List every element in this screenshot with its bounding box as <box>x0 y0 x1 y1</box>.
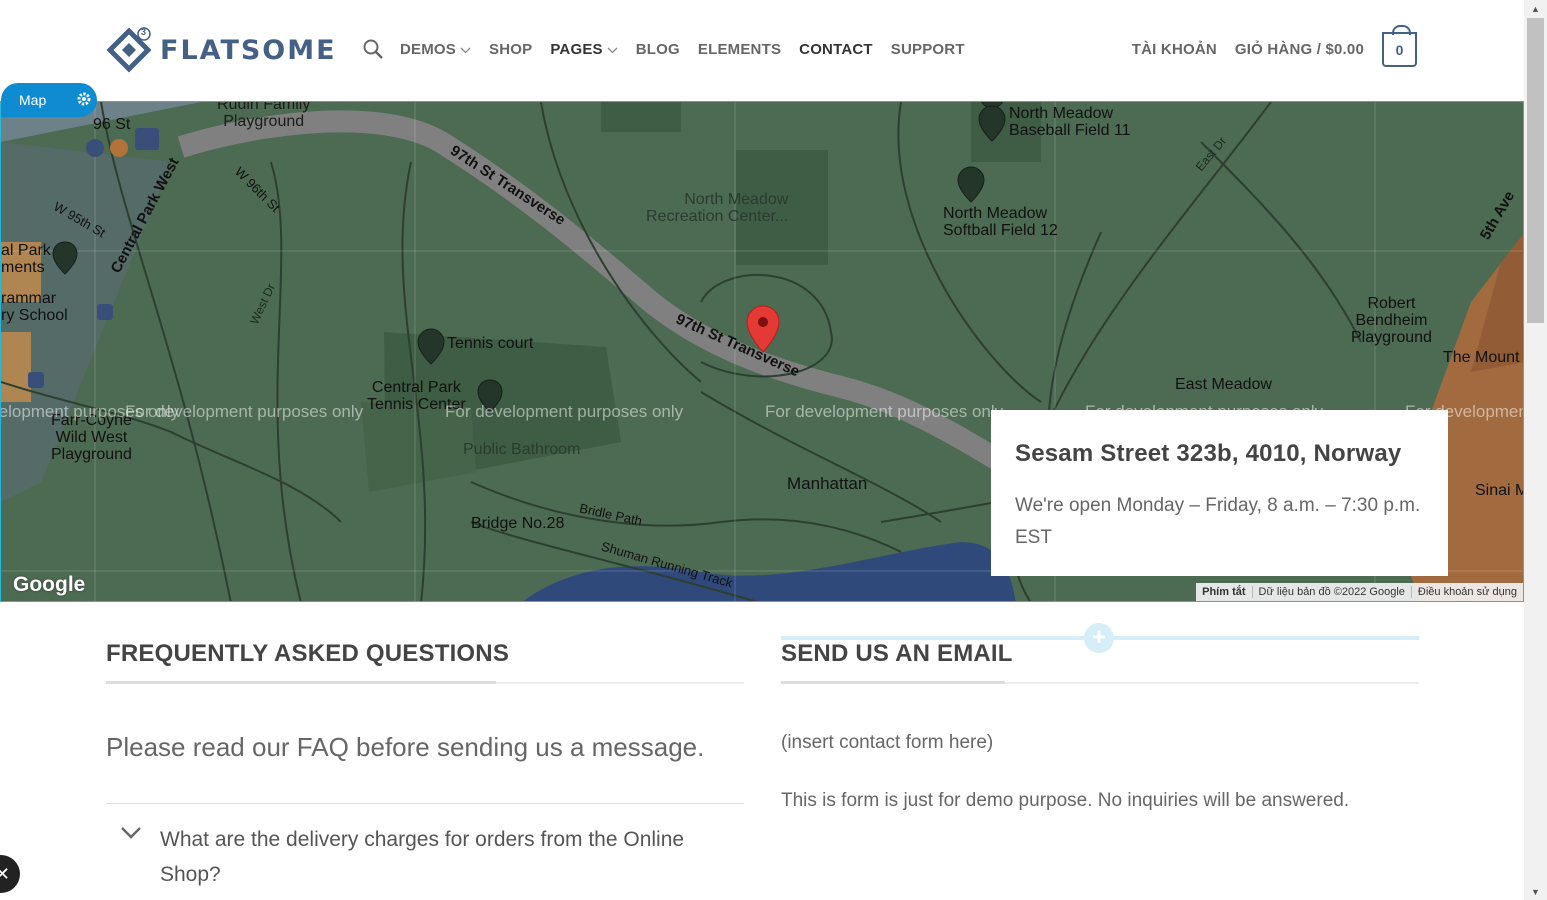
contact-title: SEND US AN EMAIL <box>781 640 1419 684</box>
faq-question: What are the delivery charges for orders… <box>160 828 685 886</box>
map-label-96st: 96 St <box>93 116 131 133</box>
map-badge-label: Map <box>19 92 47 108</box>
map-data-credit: Dữ liệu bản đồ ©2022 Google <box>1251 586 1411 598</box>
map-label-nm12: North Meadow Softball Field 12 <box>943 205 1058 239</box>
map-shortcuts-link[interactable]: Phím tắt <box>1196 586 1251 598</box>
dev-watermark: For development purposes only <box>125 402 364 421</box>
map-label-text: Rudin Family Playground <box>217 101 311 130</box>
contact-title-text: SEND US AN EMAIL <box>781 640 1013 667</box>
map-label-nm11: North Meadow Baseball Field 11 <box>1009 105 1131 139</box>
nav-label: SHOP <box>489 40 533 58</box>
nav-item-pages[interactable]: PAGES <box>550 40 618 58</box>
nav-item-elements[interactable]: ELEMENTS <box>698 41 781 58</box>
logo-badge: 3 <box>141 27 147 37</box>
chevron-down-icon[interactable] <box>120 826 142 892</box>
scroll-down-arrow-icon[interactable]: ▼ <box>1524 883 1547 900</box>
map-label-nm-rec: North Meadow Recreation Center... <box>646 191 789 225</box>
nav-label: CONTACT <box>799 40 873 58</box>
search-icon[interactable] <box>362 38 384 60</box>
gear-icon[interactable] <box>76 91 92 110</box>
map-label-east-meadow: East Meadow <box>1175 376 1272 393</box>
map-label-mount: The Mount <box>1443 349 1520 366</box>
faq-item[interactable]: What are the delivery charges for orders… <box>106 822 744 892</box>
google-logo[interactable]: Google <box>13 573 85 597</box>
cart-icon[interactable]: 0 <box>1382 25 1417 67</box>
map-label-bathroom: Public Bathroom <box>463 441 581 458</box>
nav-item-support[interactable]: SUPPORT <box>891 41 965 58</box>
dev-watermark: For development purposes only <box>765 402 1004 421</box>
close-icon[interactable]: ✕ <box>0 855 20 893</box>
cart-count: 0 <box>1395 41 1404 58</box>
nav-item-blog[interactable]: BLOG <box>636 41 680 58</box>
map-label-tennis: Tennis court <box>447 335 534 352</box>
faq-lead: Please read our FAQ before sending us a … <box>106 732 705 762</box>
account-link[interactable]: TÀI KHOẢN <box>1132 41 1217 58</box>
map-label-grammar: rammar ry School <box>1 290 68 324</box>
map-label-park-apts: al Park ments <box>1 242 51 276</box>
info-title: Sesam Street 323b, 4010, Norway <box>1015 440 1402 467</box>
site-header: 3 FLATSOME DEMOS SHOP PAGES BLOG ELEMENT… <box>0 0 1524 101</box>
nav-item-demos[interactable]: DEMOS <box>400 41 471 58</box>
map-label-manhattan: Manhattan <box>787 474 868 493</box>
nav-label: ELEMENTS <box>697 40 782 58</box>
contact-section: SEND US AN EMAIL (insert contact form he… <box>781 640 1419 812</box>
map-label-bridge: Bridge No.28 <box>471 515 565 532</box>
info-hours: We're open Monday – Friday, 8 a.m. – 7:3… <box>1015 495 1421 548</box>
faq-title-text: FREQUENTLY ASKED QUESTIONS <box>106 640 510 667</box>
map-edit-badge[interactable]: Map <box>1 83 97 117</box>
map-label-sinai: Sinai Medi <box>1475 482 1523 499</box>
chevron-down-icon <box>460 41 471 58</box>
main-nav: DEMOS SHOP PAGES BLOG ELEMENTS CONTACT S… <box>362 38 983 60</box>
map-attribution: Phím tắt Dữ liệu bản đồ ©2022 Google Điề… <box>1196 583 1523 601</box>
logo-mark-icon: 3 <box>106 27 152 73</box>
faq-divider <box>106 803 744 804</box>
contact-form-placeholder: (insert contact form here) <box>781 732 994 753</box>
site-logo[interactable]: 3 FLATSOME <box>106 27 337 73</box>
map-label-robert: Robert Bendheim Playground <box>1351 295 1432 346</box>
map-info-window: Sesam Street 323b, 4010, Norway We're op… <box>991 410 1448 576</box>
header-actions: TÀI KHOẢN GIỎ HÀNG / $0.00 0 <box>1132 25 1417 67</box>
faq-title: FREQUENTLY ASKED QUESTIONS <box>106 640 744 684</box>
nav-label: DEMOS <box>400 40 457 58</box>
cart-link[interactable]: GIỎ HÀNG / $0.00 <box>1235 41 1364 58</box>
faq-section: FREQUENTLY ASKED QUESTIONS Please read o… <box>106 640 744 892</box>
scroll-thumb[interactable] <box>1527 18 1544 323</box>
nav-label: BLOG <box>635 40 680 58</box>
demo-note: This is form is just for demo purpose. N… <box>781 790 1350 811</box>
nav-item-shop[interactable]: SHOP <box>489 41 532 58</box>
map-label-rudin: Rudin Family Playground <box>217 101 311 130</box>
title-underline <box>781 681 1005 684</box>
title-underline <box>106 681 496 684</box>
logo-text: FLATSOME <box>160 34 337 66</box>
nav-label: SUPPORT <box>890 40 965 58</box>
nav-label: PAGES <box>550 40 603 58</box>
chevron-down-icon <box>607 41 618 58</box>
dev-watermark: For development purposes only <box>445 402 684 421</box>
nav-item-contact[interactable]: CONTACT <box>799 41 873 58</box>
scroll-up-arrow-icon[interactable]: ▲ <box>1524 0 1547 17</box>
scrollbar[interactable]: ▲ ▼ <box>1524 0 1547 900</box>
map-terms-link[interactable]: Điều khoản sử dụng <box>1410 586 1523 598</box>
